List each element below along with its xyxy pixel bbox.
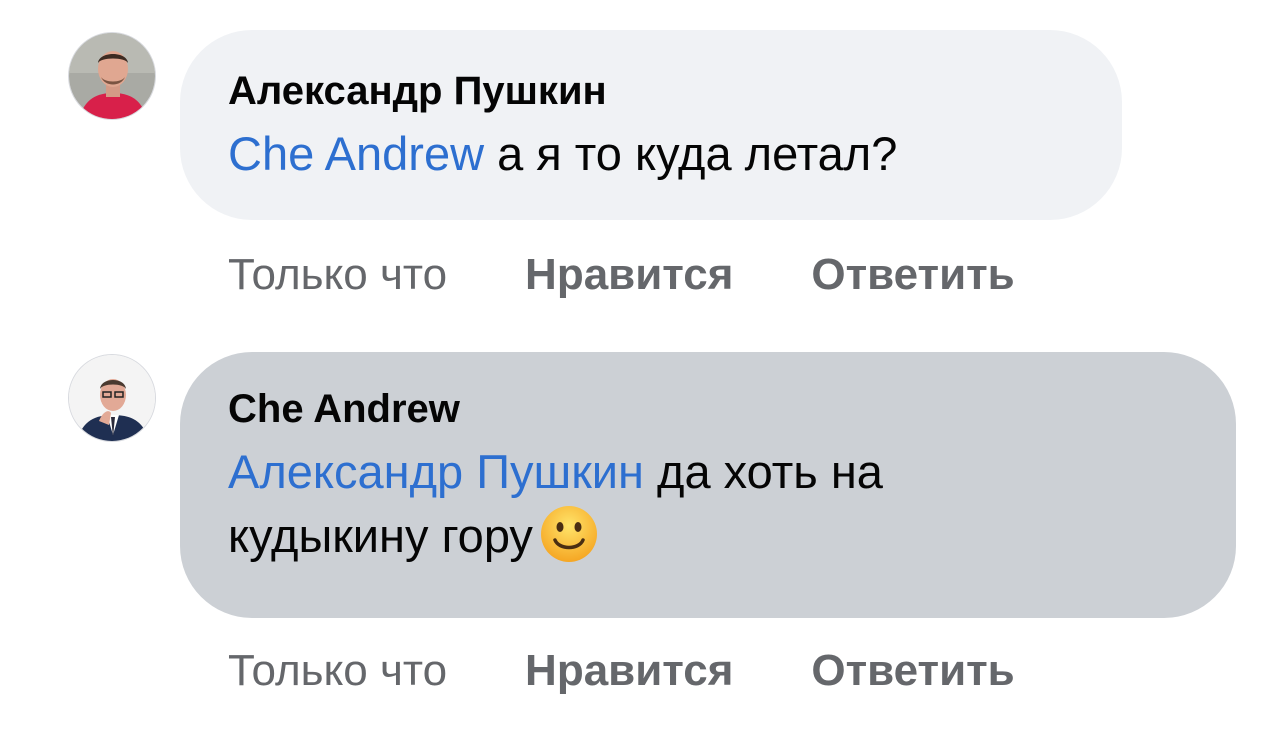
comment-body-line1: да хоть на	[643, 445, 883, 498]
comment-body-line2: кудыкину гору	[228, 509, 533, 562]
comment-actions: Только что Нравится Ответить	[228, 250, 1015, 300]
comment-text: Che Andrew а я то куда летал?	[228, 122, 1074, 186]
like-button[interactable]: Нравится	[525, 250, 733, 300]
comment-bubble: Александр Пушкин Che Andrew а я то куда …	[180, 30, 1122, 220]
comment-author[interactable]: Александр Пушкин	[228, 68, 1074, 114]
avatar-che-andrew[interactable]	[68, 354, 156, 442]
slightly-smiling-face-icon	[539, 504, 599, 580]
comment-body: а я то куда летал?	[484, 127, 898, 180]
comment-author[interactable]: Che Andrew	[228, 386, 1188, 432]
timestamp[interactable]: Только что	[228, 250, 447, 300]
avatar-aleksandr-pushkin[interactable]	[68, 32, 156, 120]
comment-actions: Только что Нравится Ответить	[228, 646, 1015, 696]
timestamp[interactable]: Только что	[228, 646, 447, 696]
like-button[interactable]: Нравится	[525, 646, 733, 696]
mention-link[interactable]: Александр Пушкин	[228, 445, 644, 498]
comment-bubble-selected: Che Andrew Александр Пушкин да хоть на ку…	[180, 352, 1236, 618]
comment-text: Александр Пушкин да хоть на кудыкину гору	[228, 440, 1188, 580]
reply-button[interactable]: Ответить	[811, 646, 1014, 696]
mention-link[interactable]: Che Andrew	[228, 127, 484, 180]
reply-button[interactable]: Ответить	[811, 250, 1014, 300]
